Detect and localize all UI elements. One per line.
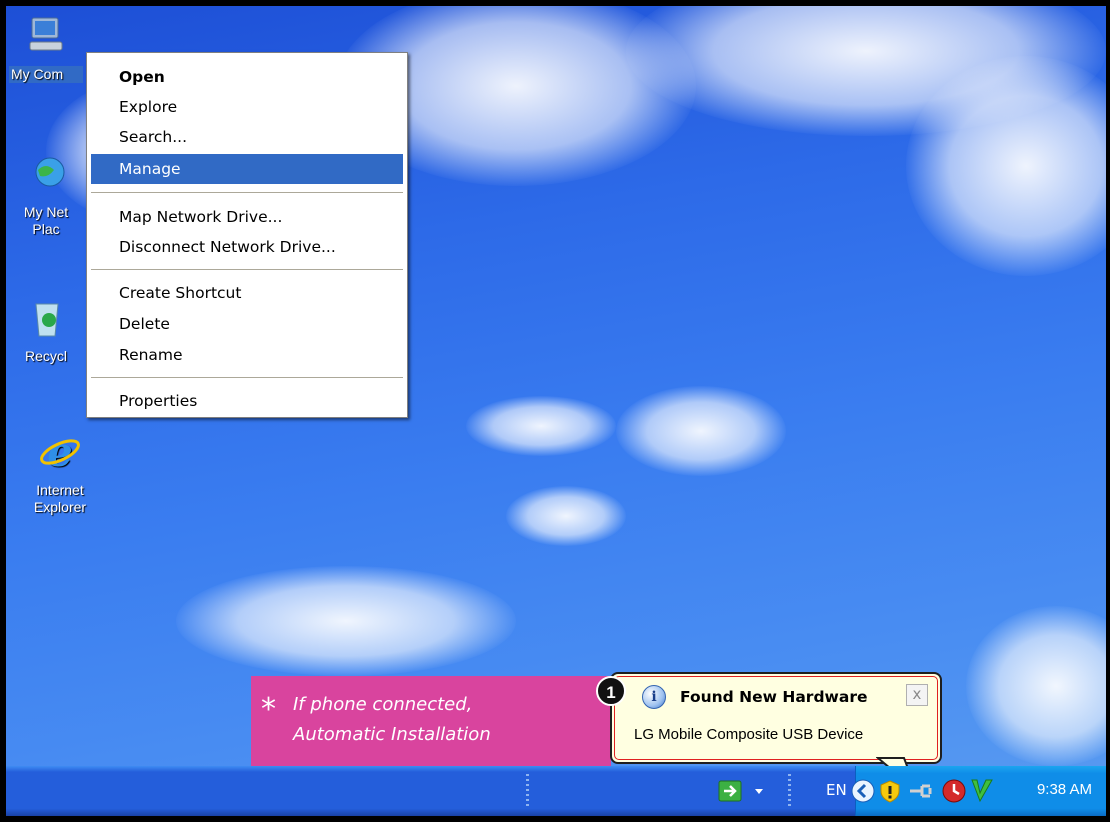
chevron-down-icon[interactable] <box>754 788 764 796</box>
balloon-message: LG Mobile Composite USB Device <box>634 726 864 743</box>
taskbar: EN 9:38 AM <box>6 766 1106 816</box>
menu-item-properties[interactable]: Properties <box>91 387 403 415</box>
taskbar-grip[interactable] <box>788 774 791 808</box>
menu-item-rename[interactable]: Rename <box>91 341 403 369</box>
menu-separator <box>91 377 403 378</box>
recycle-bin-label: Recycl <box>24 348 67 364</box>
desktop-icon-my-computer[interactable]: My Com <box>6 14 86 83</box>
context-menu: Open Explore Search... Manage Map Networ… <box>86 52 408 418</box>
asterisk-icon: * <box>261 692 276 727</box>
security-shield-icon[interactable] <box>878 779 902 803</box>
ie-icon: e <box>40 429 80 476</box>
desktop-icon-internet-explorer[interactable]: e Internet Explorer <box>20 429 100 516</box>
red-power-icon[interactable] <box>942 779 966 803</box>
menu-item-manage[interactable]: Manage <box>91 154 403 184</box>
usb-plug-icon[interactable] <box>908 779 938 803</box>
internet-explorer-label: Internet Explorer <box>33 482 87 515</box>
menu-item-open[interactable]: Open <box>91 63 403 91</box>
info-icon: i <box>642 685 666 709</box>
svg-text:e: e <box>47 430 72 474</box>
menu-item-explore[interactable]: Explore <box>91 93 403 121</box>
menu-item-search[interactable]: Search... <box>91 123 403 151</box>
balloon-close-button[interactable]: x <box>906 684 928 706</box>
menu-item-disconnect-network-drive[interactable]: Disconnect Network Drive... <box>91 233 403 261</box>
taskbar-grip[interactable] <box>526 774 529 808</box>
my-computer-label: My Com <box>9 66 83 83</box>
my-network-places-label: My Net Plac <box>23 204 69 237</box>
back-arrow-icon[interactable] <box>851 779 875 803</box>
menu-item-map-network-drive[interactable]: Map Network Drive... <box>91 203 403 231</box>
annotation-callout: * If phone connected, Automatic Installa… <box>251 676 611 768</box>
network-icon <box>35 157 65 187</box>
menu-separator <box>91 269 403 270</box>
desktop: My Com My Net Plac Recycl e Internet Exp… <box>6 6 1106 816</box>
menu-item-create-shortcut[interactable]: Create Shortcut <box>91 279 403 307</box>
green-v-icon[interactable] <box>970 777 994 803</box>
balloon-title: Found New Hardware <box>680 688 868 706</box>
menu-separator <box>91 192 403 193</box>
callout-line-1: If phone connected, <box>293 694 473 715</box>
taskbar-clock[interactable]: 9:38 AM <box>1037 781 1092 798</box>
callout-line-2: Automatic Installation <box>293 724 491 745</box>
show-desktop-arrow-icon[interactable] <box>718 780 742 802</box>
recycle-bin-icon <box>35 303 59 337</box>
menu-item-delete[interactable]: Delete <box>91 310 403 338</box>
desktop-icon-recycle-bin[interactable]: Recycl <box>6 296 86 365</box>
computer-icon <box>29 17 63 51</box>
language-indicator[interactable]: EN <box>826 781 847 799</box>
step-number-badge: 1 <box>596 676 626 706</box>
notification-balloon[interactable]: i Found New Hardware LG Mobile Composite… <box>610 672 942 764</box>
desktop-icon-my-network-places[interactable]: My Net Plac <box>6 152 86 238</box>
